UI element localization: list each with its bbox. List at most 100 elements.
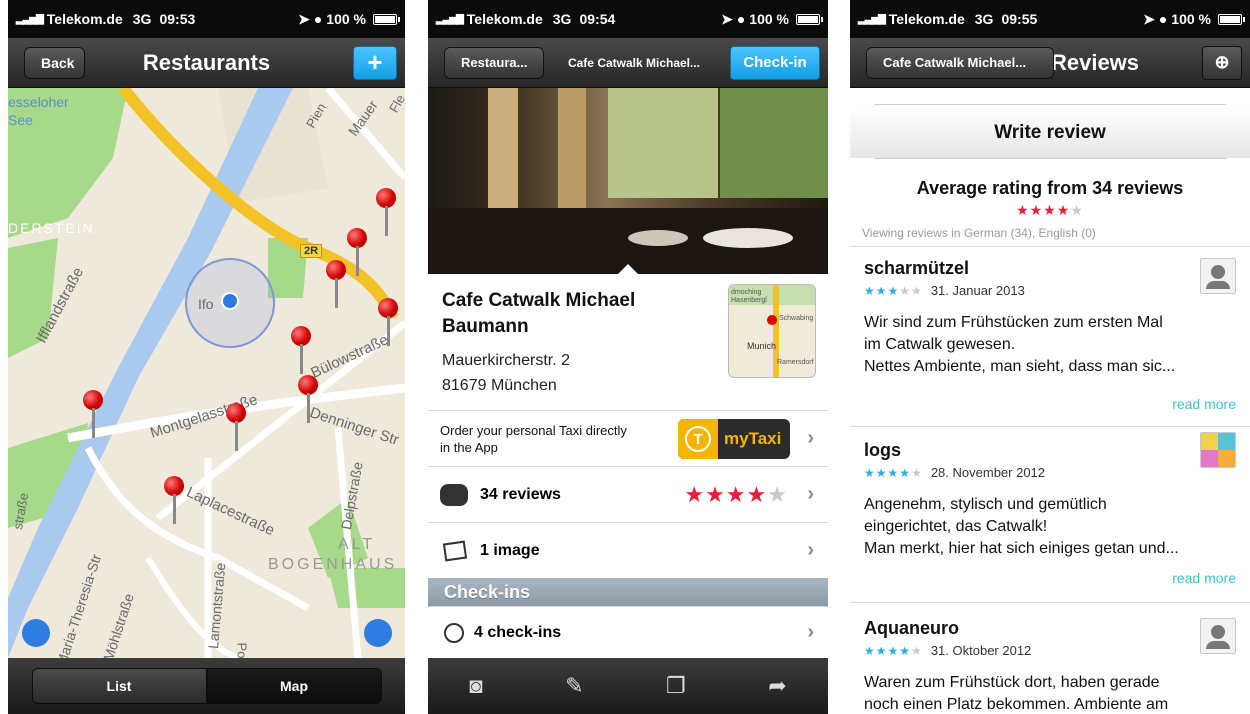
- edit-icon[interactable]: ✎: [565, 673, 583, 699]
- crosshair-icon: [444, 622, 464, 643]
- review-item[interactable]: Aquaneuro ★★★★★ 31. Oktober 2012 Waren z…: [850, 618, 1250, 714]
- star-filled-icon: ★: [1056, 202, 1071, 218]
- restaurant-pin[interactable]: [376, 188, 398, 238]
- taxi-brand: myTaxi: [724, 429, 782, 448]
- restaurant-pin[interactable]: [347, 228, 369, 278]
- checkins-section-header: Check-ins: [428, 578, 828, 606]
- alarm-icon: ●: [736, 11, 746, 27]
- taxi-text-line2: in the App: [440, 439, 498, 455]
- check-in-button[interactable]: Check-in: [730, 45, 820, 80]
- rating-stars: ★★★★★: [684, 482, 788, 508]
- location-arrow-icon: ➤: [298, 10, 310, 27]
- review-author: Aquaneuro: [864, 618, 960, 638]
- bookmark-icon[interactable]: ❐: [666, 673, 686, 699]
- review-item[interactable]: logs ★★★★★ 28. November 2012 Angenehm, s…: [850, 432, 1250, 598]
- image-count: 1 image: [480, 541, 540, 559]
- star-empty-icon: ★: [767, 481, 788, 507]
- map-label: esseloher: [8, 94, 69, 110]
- review-date: 31. Januar 2013: [930, 283, 1025, 298]
- screen-restaurants-map: ▂▃▅▇ Telekom.de 3G 09:53 ➤ ● 100 % Back …: [8, 0, 405, 714]
- restaurant-pin[interactable]: [378, 298, 400, 348]
- map-pin-icon: [767, 315, 777, 325]
- restaurant-photo[interactable]: [428, 88, 828, 274]
- read-more-link[interactable]: read more: [1172, 570, 1236, 586]
- star-filled-icon: ★: [1043, 202, 1057, 218]
- read-more-link[interactable]: read more: [1172, 396, 1236, 412]
- restaurant-pin[interactable]: [326, 260, 348, 310]
- star-empty-icon: ★: [911, 283, 923, 298]
- language-button[interactable]: ⊕: [1202, 45, 1242, 80]
- place-name: Cafe Catwalk Michael: [442, 290, 636, 311]
- images-row[interactable]: 1 image ›: [428, 522, 828, 578]
- star-filled-icon: ★: [899, 643, 912, 658]
- star-filled-icon: ★: [725, 481, 747, 507]
- back-button[interactable]: Restaura...: [444, 46, 544, 79]
- list-view-button[interactable]: List: [31, 668, 207, 704]
- nav-bar: Back Restaurants +: [8, 38, 405, 88]
- chevron-right-icon: ›: [807, 427, 814, 449]
- review-item[interactable]: scharmützel ★★★★★ 31. Januar 2013 Wir si…: [850, 258, 1250, 426]
- signal-icon: ▂▃▅▇: [858, 13, 886, 25]
- review-author: scharmützel: [864, 258, 970, 278]
- map-view-button[interactable]: Map: [206, 668, 382, 704]
- map-view[interactable]: esseloher See DERSTEIN 2R Pien Mauer Fle…: [8, 88, 405, 658]
- write-review-button[interactable]: Write review: [850, 108, 1250, 158]
- taxi-row[interactable]: Order your personal Taxi directly in the…: [428, 410, 828, 466]
- restaurant-pin[interactable]: [298, 375, 320, 425]
- mini-map-label: dmoching: [731, 289, 762, 296]
- review-language-filter[interactable]: Viewing reviews in German (34), English …: [862, 226, 1096, 240]
- image-frame-icon: [442, 540, 468, 561]
- star-filled-icon: ★: [875, 465, 888, 480]
- back-button[interactable]: Cafe Catwalk Michael...: [866, 46, 1054, 79]
- mini-map-label: Schwabing: [779, 315, 814, 322]
- chevron-right-icon: ›: [807, 539, 814, 561]
- reviews-row[interactable]: 34 reviews ★★★★★ ›: [428, 466, 828, 522]
- star-filled-icon: ★: [875, 643, 888, 658]
- address-street: Mauerkircherstr. 2: [442, 352, 571, 369]
- chevron-right-icon: ›: [807, 483, 814, 505]
- mini-map-label: Munich: [747, 341, 777, 351]
- restaurant-pin[interactable]: [164, 476, 186, 526]
- average-rating-title: Average rating from 34 reviews: [916, 178, 1184, 198]
- speech-bubble-icon: [440, 483, 468, 506]
- star-filled-icon: ★: [887, 643, 900, 658]
- review-text: noch einen Platz bekommen. Ambiente am: [864, 696, 1169, 713]
- place-name-line2: Baumann: [442, 316, 529, 337]
- star-empty-icon: ★: [911, 465, 923, 480]
- back-button[interactable]: Back: [24, 46, 86, 79]
- status-bar: ▂▃▅▇ Telekom.de 3G 09:53 ➤ ● 100 %: [8, 0, 405, 38]
- review-text: im Catwalk gewesen.: [864, 336, 1016, 353]
- checkins-row[interactable]: 4 check-ins ›: [428, 606, 828, 658]
- avatar: [1200, 258, 1236, 294]
- star-filled-icon: ★: [887, 283, 900, 298]
- share-icon[interactable]: ➦: [768, 673, 786, 699]
- taxi-text: Order your personal Taxi directly: [440, 422, 627, 438]
- location-arrow-icon: ➤: [721, 10, 733, 27]
- mini-map[interactable]: dmoching Hasenbergl Schwabing Munich Ram…: [728, 284, 816, 378]
- review-author: logs: [864, 440, 902, 460]
- review-text: Waren zum Frühstück dort, haben gerade: [864, 674, 1160, 691]
- star-filled-icon: ★: [1016, 202, 1030, 218]
- star-filled-icon: ★: [864, 283, 876, 298]
- camera-icon[interactable]: ◙: [469, 673, 482, 699]
- alarm-icon: ●: [1158, 11, 1168, 27]
- page-title: Reviews: [1050, 49, 1140, 75]
- carrier-label: Telekom.de: [466, 11, 543, 27]
- star-empty-icon: ★: [899, 283, 912, 298]
- review-stars: ★★★★★: [864, 284, 923, 298]
- review-text: Nettes Ambiente, man sieht, dass man sic…: [864, 358, 1176, 375]
- battery-icon: [1218, 13, 1245, 25]
- add-restaurant-button[interactable]: +: [353, 45, 397, 80]
- restaurant-pin[interactable]: [83, 390, 105, 440]
- network-label: 3G: [552, 11, 572, 27]
- restaurant-pin[interactable]: [291, 326, 313, 376]
- clock: 09:54: [579, 11, 616, 27]
- battery-percent: 100 %: [749, 11, 789, 27]
- star-filled-icon: ★: [1029, 202, 1044, 218]
- alarm-icon: ●: [313, 11, 323, 27]
- clock: 09:53: [159, 11, 196, 27]
- battery-icon: [796, 13, 823, 25]
- mini-map-label: Ramersdorf: [777, 359, 814, 366]
- restaurant-pin[interactable]: [226, 403, 248, 453]
- review-stars: ★★★★★: [864, 466, 923, 480]
